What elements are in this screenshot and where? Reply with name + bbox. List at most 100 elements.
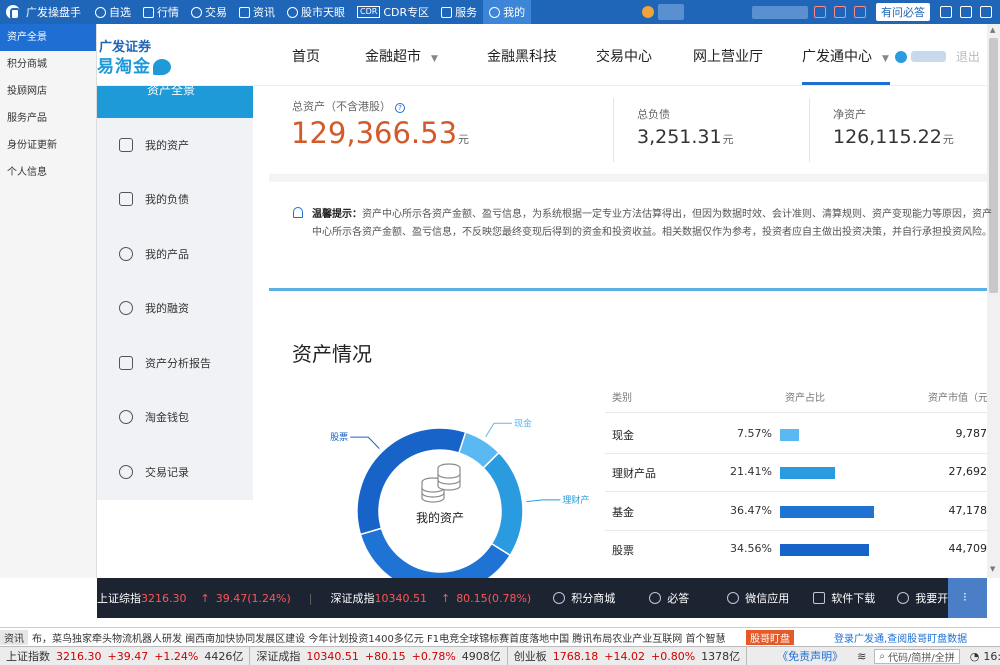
chevron-down-icon: ▼ [882, 54, 889, 64]
table-header-line [605, 412, 987, 413]
user-avatar-icon [641, 6, 654, 18]
code-search-input[interactable]: ⌕ 代码/简拼/全拼 [874, 648, 960, 664]
lock-icon[interactable] [814, 6, 826, 18]
bb-points-mall[interactable]: 积分商城 [553, 590, 615, 606]
star-icon [95, 6, 106, 18]
bag-icon[interactable] [854, 6, 866, 18]
exit-icon[interactable] [980, 6, 992, 18]
mail-icon[interactable] [940, 6, 952, 18]
status-sz[interactable]: 深证成指 10340.51 +80.15 +0.78% 4908亿 [250, 647, 508, 665]
asset-nav-trade-records[interactable]: 交易记录 [97, 445, 253, 499]
help-button[interactable]: 有问必答 [876, 3, 930, 21]
search-icon: ⌕ [879, 650, 885, 662]
notice-text: 温馨提示：资产中心所示各资产金额、盈亏信息，为系统根据一定专业方法估算得出，但因… [312, 209, 992, 238]
nav-home[interactable]: 首页 [292, 46, 320, 66]
sidebar-item-service-products[interactable]: 服务产品 [0, 105, 96, 132]
col-header-value: 资产市值（元） [928, 393, 987, 404]
bb-bida[interactable]: 必答 [649, 590, 689, 606]
asset-nav-my-assets[interactable]: 我的资产 [97, 118, 253, 172]
sidebar-item-id-update[interactable]: 身份证更新 [0, 132, 96, 159]
menu-wode[interactable]: 我的 [483, 0, 532, 24]
ticker-tag[interactable]: 资讯 [0, 629, 28, 645]
chevron-down-icon: ▼ [431, 54, 438, 64]
status-bar: 上证指数 3216.30 +39.47 +1.24% 4426亿 深证成指 10340.5… [0, 646, 1000, 665]
nav-online-office[interactable]: 网上营业厅 [693, 46, 763, 66]
ticker-red-tag[interactable]: 股哥盯盘 [746, 629, 794, 645]
scrollbar-thumb[interactable] [989, 38, 998, 293]
brand-logo[interactable]: 易淘金 [97, 52, 171, 77]
sidebar-item-personal-info[interactable]: 个人信息 [0, 159, 96, 186]
header-user[interactable]: ●●●● 退出 [895, 48, 980, 65]
menu-cdr[interactable]: CDR CDR专区 [351, 0, 435, 24]
asset-row-pct: 36.47% [730, 504, 772, 517]
menu-hangqing[interactable]: 行情 [137, 0, 185, 24]
sidebar-item-advisor-shop[interactable]: 投顾网店 [0, 78, 96, 105]
nav-active-indicator [802, 82, 890, 85]
asset-nav-overview[interactable]: 资产全景 [97, 84, 253, 118]
status-sh[interactable]: 上证指数 3216.30 +39.47 +1.24% 4426亿 [0, 647, 251, 665]
asset-donut-chart: 现金理财产品基金股票 我的资产 [330, 417, 590, 580]
card-icon [119, 192, 133, 206]
bb-wechat[interactable]: 微信应用 [727, 590, 789, 606]
asset-row-bar [780, 506, 874, 518]
user-name: 福小 [657, 4, 684, 20]
scroll-down-icon[interactable]: ▼ [990, 565, 995, 573]
menu-fuwu[interactable]: 服务 [435, 0, 483, 24]
asset-nav-wallet[interactable]: 淘金钱包 [97, 390, 253, 444]
sh-index[interactable]: 上证综指 3216.30 ↑ 39.47(1.24%) [97, 590, 291, 606]
nav-trading-center[interactable]: 交易中心 [596, 46, 652, 66]
status-cy[interactable]: 创业板 1768.18 +14.02 +0.80% 1378亿 [508, 647, 748, 665]
nav-gft-center[interactable]: 广发通中心 ▼ [802, 46, 889, 66]
gift-icon[interactable] [834, 6, 846, 18]
col-header-category: 类别 [612, 393, 632, 404]
notice-box: 温馨提示：资产中心所示各资产金额、盈亏信息，为系统根据一定专业方法估算得出，但因… [269, 182, 992, 288]
menu-jiaoyi[interactable]: 交易 [185, 0, 233, 24]
ticker-login-link[interactable]: 登录广发通,查阅股哥盯盘数据 [834, 630, 967, 645]
asset-nav-my-financing[interactable]: 我的融资 [97, 281, 253, 335]
help-icon[interactable]: ? [395, 103, 405, 113]
section-gap [269, 174, 987, 182]
more-button[interactable]: ⁝ [948, 578, 987, 618]
donut-slice-1[interactable] [482, 451, 524, 557]
chart-icon [119, 356, 133, 370]
nav-financial-market[interactable]: 金融超市 ▼ [365, 46, 438, 66]
nav-fintech[interactable]: 金融黑科技 [487, 46, 557, 66]
total-assets-value: 129,366.53元 [291, 116, 470, 150]
donut-leader-line [350, 436, 380, 449]
user-info[interactable]: 福小 2············· 有问必答 [641, 3, 1000, 21]
table-row-line [605, 453, 987, 454]
asset-row-name: 理财产品 [612, 467, 656, 480]
asset-nav-analysis-report[interactable]: 资产分析报告 [97, 336, 253, 390]
menu-tianyan[interactable]: 股市天眼 [281, 0, 351, 24]
sidebar-item-points-mall[interactable]: 积分商城 [0, 51, 96, 78]
asset-nav-my-liabilities[interactable]: 我的负债 [97, 172, 253, 226]
donut-slice-2[interactable] [359, 527, 512, 580]
sz-index[interactable]: 深证成指 10340.51 ↑ 80.15(0.78%) [330, 590, 531, 606]
logout-link[interactable]: 退出 [956, 48, 980, 65]
ticker-text[interactable]: 布，菜鸟独家牵头物流机器人研发 闽西南加快协同发展区建设 今年计划投资1400多… [32, 630, 742, 645]
wifi-icon: ≋ [857, 649, 867, 663]
brand-badge-icon [153, 59, 171, 75]
scroll-up-icon[interactable]: ▲ [990, 26, 995, 34]
sidebar-item-asset-overview[interactable]: 资产全景 [0, 24, 96, 51]
asset-row-value: 47,178 [948, 504, 988, 517]
col-header-ratio: 资产占比 [785, 393, 825, 404]
disclaimer-link[interactable]: 《免责声明》 [777, 648, 843, 664]
table-row-line [605, 530, 987, 531]
asset-row-bar [780, 429, 799, 441]
asset-row-bar [780, 467, 835, 479]
person-icon [489, 6, 501, 18]
bb-download[interactable]: 软件下载 [813, 590, 875, 606]
news-ticker: 资讯 布，菜鸟独家牵头物流机器人研发 闽西南加快协同发展区建设 今年计划投资14… [0, 627, 1000, 646]
divider [613, 98, 614, 162]
menu-zixuan[interactable]: 自选 [89, 0, 137, 24]
coins-icon [421, 463, 461, 503]
menu-zixun[interactable]: 资讯 [233, 0, 281, 24]
settings-icon[interactable] [960, 6, 972, 18]
asset-row-pct: 21.41% [730, 465, 772, 478]
wechat-icon [727, 592, 740, 604]
asset-nav-my-products[interactable]: 我的产品 [97, 227, 253, 281]
asset-row-pct: 7.57% [737, 427, 772, 440]
page-scrollbar[interactable]: ▲ ▼ [987, 24, 1000, 578]
total-liabilities-value: 3,251.31元 [637, 126, 734, 148]
